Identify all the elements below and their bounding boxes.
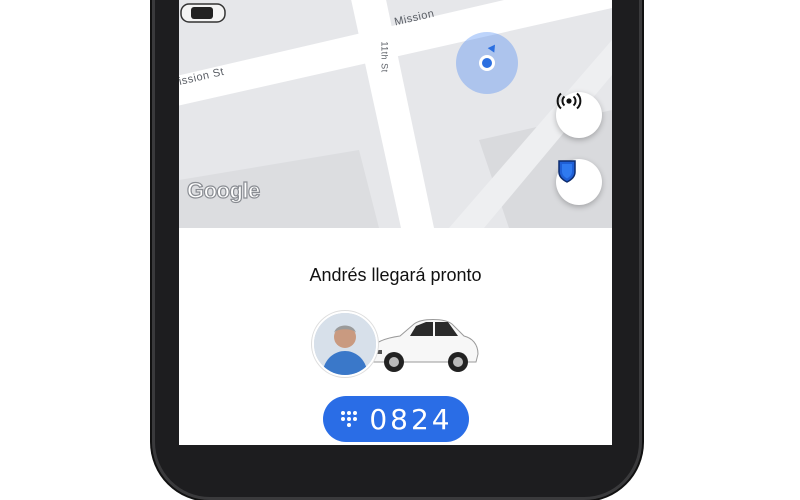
driver-car-map-icon bbox=[180, 3, 226, 23]
share-status-button[interactable] bbox=[556, 92, 602, 138]
driver-avatar[interactable] bbox=[312, 311, 378, 377]
safety-toolkit-button[interactable] bbox=[556, 159, 602, 205]
map-view[interactable]: Mission St Mission 11th St Google bbox=[179, 0, 612, 228]
app-screen: Mission St Mission 11th St Google Andrés… bbox=[179, 0, 612, 445]
shield-icon bbox=[558, 160, 576, 183]
trip-status-title: Andrés llegará pronto bbox=[309, 265, 482, 285]
driver-photo bbox=[314, 313, 376, 375]
google-attribution: Google bbox=[186, 177, 260, 203]
current-location-dot bbox=[479, 55, 495, 71]
pin-code-text: 0824 bbox=[369, 402, 453, 436]
vehicle-image bbox=[369, 319, 479, 372]
pin-code-badge[interactable]: 0824 bbox=[323, 396, 469, 442]
keypad-icon bbox=[341, 411, 358, 427]
street-label-11th: 11th St bbox=[379, 41, 390, 73]
broadcast-icon bbox=[556, 92, 582, 110]
